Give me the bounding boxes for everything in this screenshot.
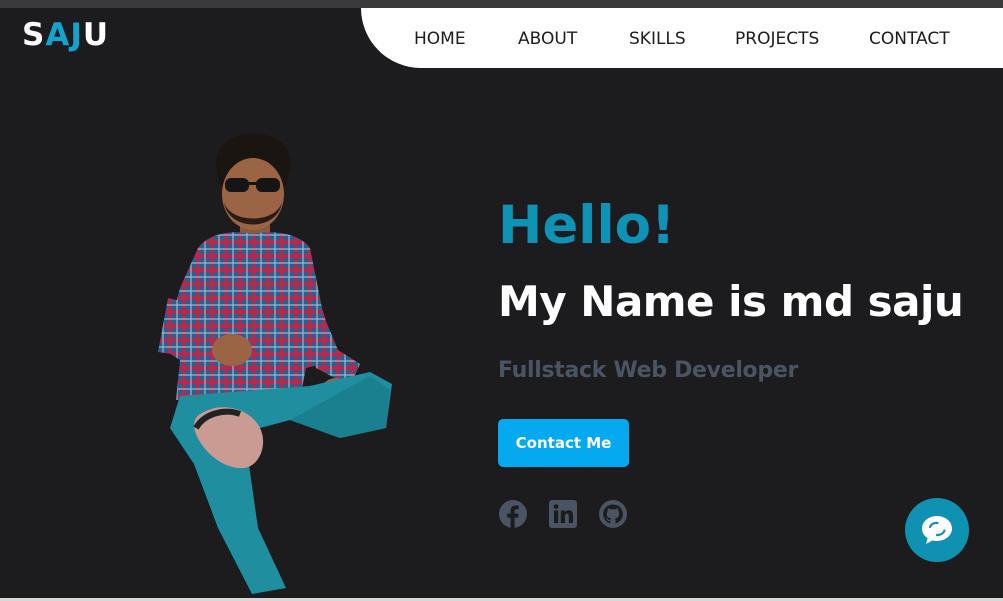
site-logo[interactable]: SAJU xyxy=(22,20,109,51)
linkedin-icon[interactable] xyxy=(548,499,578,529)
chat-bubble-icon xyxy=(922,516,952,544)
logo-letter-s: S xyxy=(22,17,46,53)
hero-greeting: Hello! xyxy=(498,195,676,256)
logo-letter-u: U xyxy=(82,17,110,53)
hero-role: Fullstack Web Developer xyxy=(498,358,798,383)
hero-portrait-image xyxy=(158,133,392,594)
nav-item-projects[interactable]: PROJECTS xyxy=(735,29,819,49)
contact-me-button[interactable]: Contact Me xyxy=(498,419,629,467)
browser-top-strip xyxy=(0,0,1003,8)
nav-item-skills[interactable]: SKILLS xyxy=(629,29,686,49)
chat-button[interactable] xyxy=(905,498,969,562)
logo-letters-aj: AJ xyxy=(45,17,83,53)
main-nav: HOME ABOUT SKILLS PROJECTS CONTACT xyxy=(361,8,1003,68)
nav-panel: HOME ABOUT SKILLS PROJECTS CONTACT xyxy=(361,8,1003,68)
nav-item-home[interactable]: HOME xyxy=(414,29,466,49)
github-icon[interactable] xyxy=(598,499,628,529)
nav-item-about[interactable]: ABOUT xyxy=(518,29,577,49)
facebook-icon[interactable] xyxy=(498,499,528,529)
hero-headline: My Name is md saju xyxy=(498,277,964,326)
nav-item-contact[interactable]: CONTACT xyxy=(869,29,950,49)
portfolio-page: SAJU HOME ABOUT SKILLS PROJECTS CONTACT xyxy=(0,0,1003,601)
